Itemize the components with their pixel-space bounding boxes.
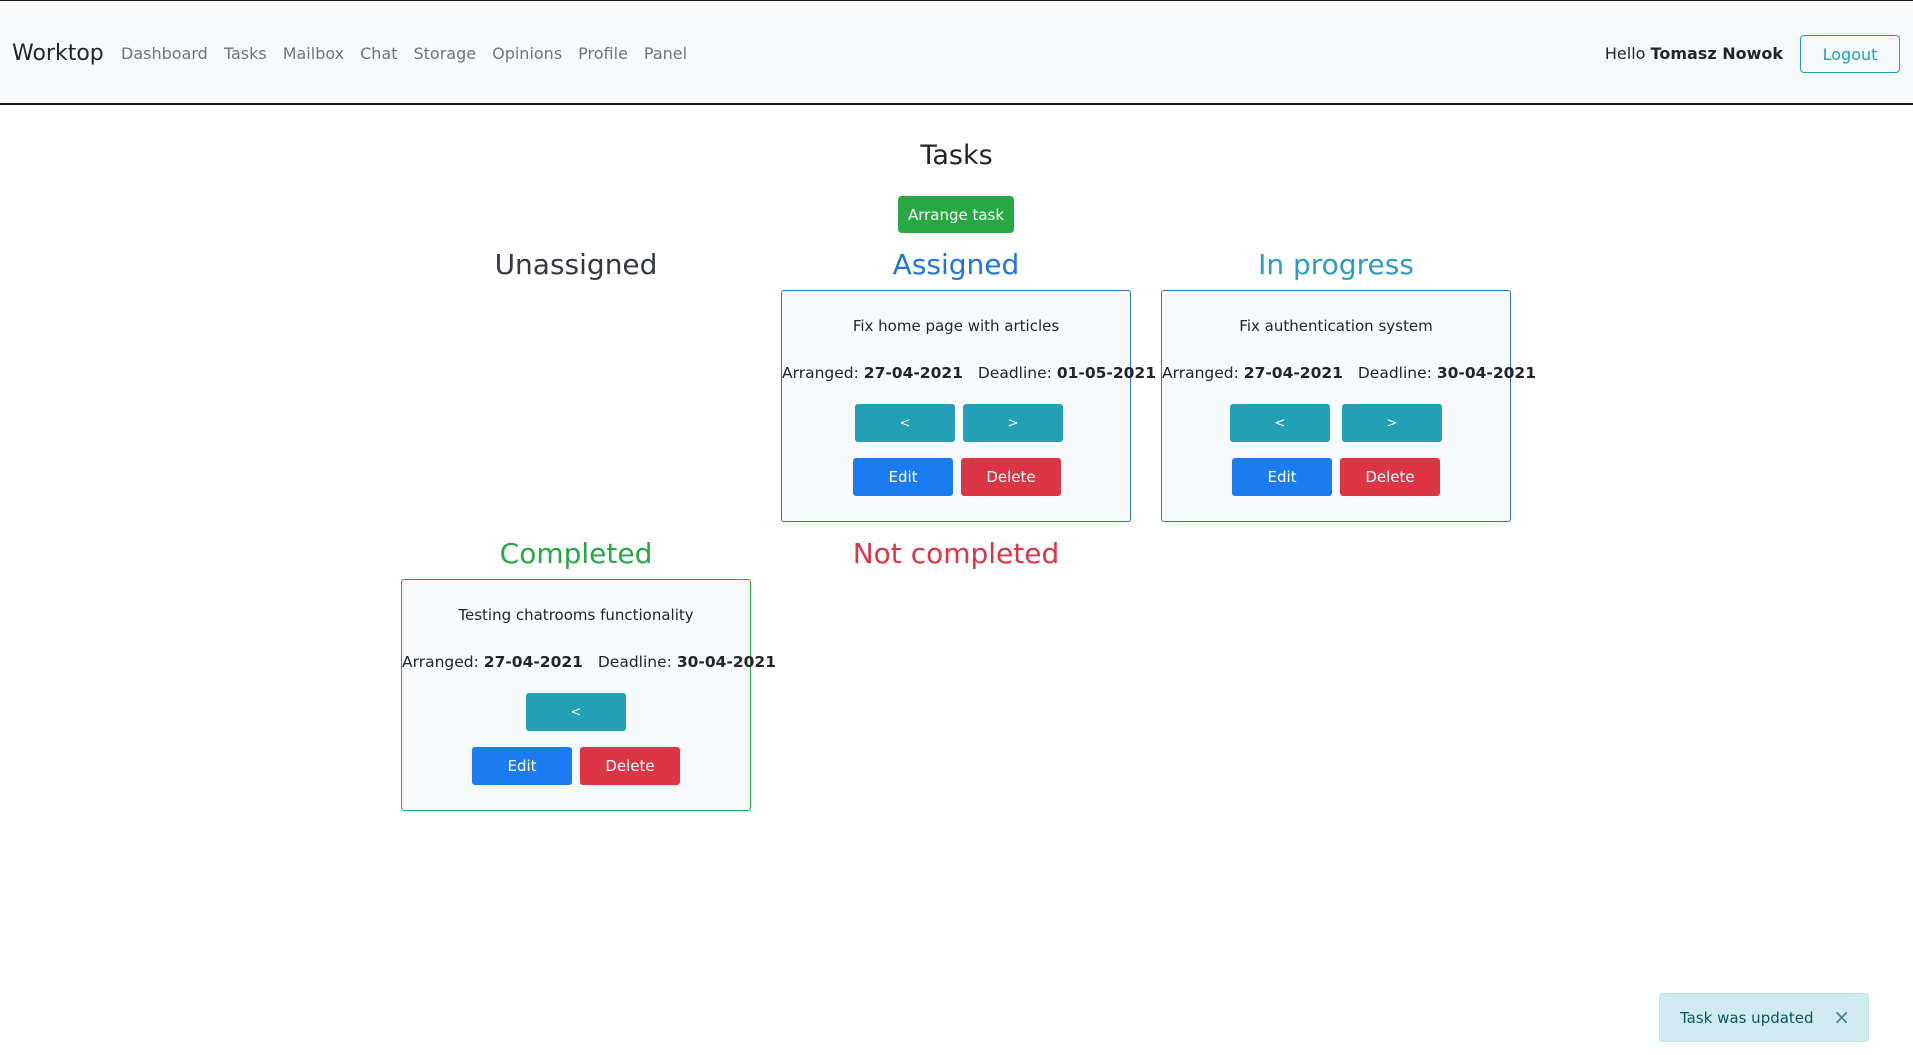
task-title: Fix authentication system bbox=[1239, 317, 1433, 335]
move-back-button[interactable]: < bbox=[855, 404, 955, 442]
task-title: Testing chatrooms functionality bbox=[458, 606, 694, 624]
toast-message: Task was updated bbox=[1680, 1009, 1814, 1027]
arranged-date: 27-04-2021 bbox=[863, 364, 963, 382]
column-title-completed: Completed bbox=[499, 537, 653, 570]
nav-link-opinions[interactable]: Opinions bbox=[492, 44, 562, 63]
delete-button[interactable]: Delete bbox=[580, 747, 680, 785]
column-title-assigned: Assigned bbox=[892, 248, 1020, 281]
task-dates: Arranged: 27-04-2021 Deadline: 30-04-202… bbox=[402, 653, 776, 671]
task-title: Fix home page with articles bbox=[852, 317, 1060, 335]
column-title-in-progress: In progress bbox=[1258, 248, 1414, 281]
deadline-date: 30-04-2021 bbox=[676, 653, 776, 671]
delete-button[interactable]: Delete bbox=[961, 458, 1061, 496]
nav-link-chat[interactable]: Chat bbox=[360, 44, 397, 63]
nav-link-storage[interactable]: Storage bbox=[414, 44, 477, 63]
task-card-assigned: Fix home page with articles Arranged: 27… bbox=[781, 290, 1156, 522]
user-greeting: Hello Tomasz Nowok bbox=[1605, 44, 1783, 63]
arranged-label: Arranged: bbox=[402, 653, 479, 671]
page-title: Tasks bbox=[920, 140, 993, 171]
navbar: Worktop Dashboard Tasks Mailbox Chat Sto… bbox=[0, 0, 1913, 105]
edit-button[interactable]: Edit bbox=[853, 458, 953, 496]
move-forward-button[interactable]: > bbox=[1342, 404, 1442, 442]
move-back-button[interactable]: < bbox=[1230, 404, 1330, 442]
arranged-date: 27-04-2021 bbox=[1243, 364, 1343, 382]
nav-link-dashboard[interactable]: Dashboard bbox=[121, 44, 208, 63]
move-forward-button[interactable]: > bbox=[963, 404, 1063, 442]
arranged-label: Arranged: bbox=[782, 364, 859, 382]
nav-link-profile[interactable]: Profile bbox=[578, 44, 628, 63]
column-title-unassigned: Unassigned bbox=[494, 248, 658, 281]
delete-button[interactable]: Delete bbox=[1340, 458, 1440, 496]
toast-notification: Task was updated × bbox=[1659, 993, 1869, 1042]
deadline-label: Deadline: bbox=[597, 653, 672, 671]
task-dates: Arranged: 27-04-2021 Deadline: 30-04-202… bbox=[1162, 364, 1536, 382]
edit-button[interactable]: Edit bbox=[1232, 458, 1332, 496]
deadline-label: Deadline: bbox=[977, 364, 1052, 382]
nav-link-mailbox[interactable]: Mailbox bbox=[283, 44, 344, 63]
greeting-prefix: Hello bbox=[1604, 44, 1646, 63]
column-title-not-completed: Not completed bbox=[852, 537, 1060, 570]
brand-logo[interactable]: Worktop bbox=[12, 41, 104, 66]
nav-link-tasks[interactable]: Tasks bbox=[224, 44, 267, 63]
deadline-date: 30-04-2021 bbox=[1436, 364, 1536, 382]
task-card-in-progress: Fix authentication system Arranged: 27-0… bbox=[1161, 290, 1536, 522]
nav-link-panel[interactable]: Panel bbox=[644, 44, 687, 63]
user-name: Tomasz Nowok bbox=[1650, 44, 1783, 63]
arranged-label: Arranged: bbox=[1162, 364, 1239, 382]
logout-button[interactable]: Logout bbox=[1800, 35, 1900, 73]
edit-button[interactable]: Edit bbox=[472, 747, 572, 785]
move-back-button[interactable]: < bbox=[526, 693, 626, 731]
deadline-label: Deadline: bbox=[1357, 364, 1432, 382]
close-icon[interactable]: × bbox=[1833, 1007, 1850, 1027]
arrange-task-button[interactable]: Arrange task bbox=[898, 196, 1014, 233]
deadline-date: 01-05-2021 bbox=[1056, 364, 1156, 382]
task-card-completed: Testing chatrooms functionality Arranged… bbox=[401, 579, 776, 811]
nav-links: Dashboard Tasks Mailbox Chat Storage Opi… bbox=[121, 44, 687, 63]
task-dates: Arranged: 27-04-2021 Deadline: 01-05-202… bbox=[782, 364, 1156, 382]
arranged-date: 27-04-2021 bbox=[483, 653, 583, 671]
